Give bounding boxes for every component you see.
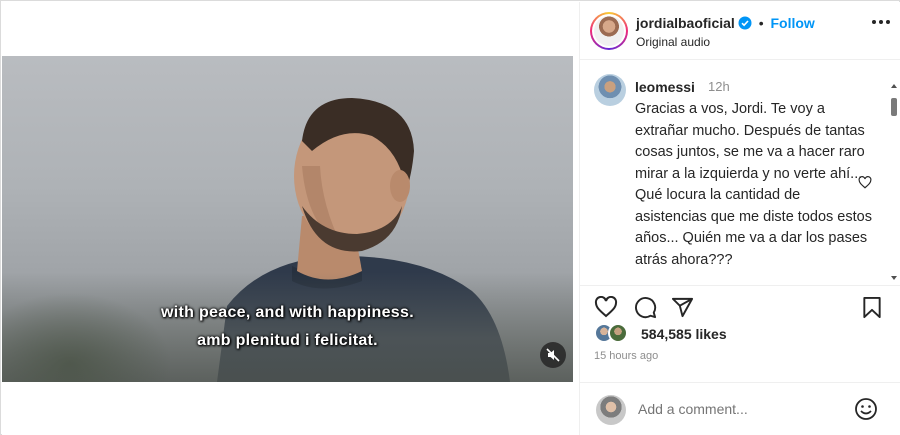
comment-time: 12h [708, 79, 730, 94]
scroll-up-arrow-icon[interactable] [890, 82, 898, 90]
comment-text: Gracias a vos, Jordi. Te voy a extrañar … [635, 101, 872, 268]
commenter-avatar[interactable] [594, 74, 626, 106]
follow-separator: • [758, 15, 764, 31]
likes-count[interactable]: 584,585 likes [641, 326, 727, 342]
add-comment-input[interactable] [638, 401, 838, 417]
author-username[interactable]: jordialbaoficial [636, 15, 735, 31]
share-icon[interactable] [671, 296, 694, 319]
audio-label[interactable]: Original audio [636, 35, 710, 49]
author-username-row: jordialbaoficial • Follow [636, 15, 815, 31]
liker-avatar [608, 323, 628, 343]
follow-button[interactable]: Follow [771, 15, 815, 31]
comments-list: leomessi 12h Gracias a vos, Jordi. Te vo… [580, 62, 900, 282]
emoji-icon[interactable] [854, 397, 878, 421]
post-header: jordialbaoficial • Follow Original audio [580, 2, 900, 60]
post-timestamp: 15 hours ago [594, 350, 659, 362]
media-area: with peace, and with happiness. amb plen… [2, 2, 579, 435]
post-side-panel: jordialbaoficial • Follow Original audio… [579, 2, 900, 435]
like-heart-icon[interactable] [594, 296, 618, 318]
bookmark-icon[interactable] [862, 296, 882, 319]
comment-icon[interactable] [634, 296, 657, 319]
mute-button[interactable] [540, 342, 566, 368]
mute-icon [546, 348, 560, 362]
commenter-username[interactable]: leomessi [635, 79, 695, 95]
video-player[interactable]: with peace, and with happiness. amb plen… [2, 56, 573, 382]
scroll-down-arrow-icon[interactable] [890, 274, 898, 282]
subtitle-line-1: with peace, and with happiness. [161, 304, 414, 321]
likes-row[interactable]: 584,585 likes [594, 323, 794, 347]
viewer-avatar [596, 395, 626, 425]
scrollbar-thumb[interactable] [891, 98, 897, 116]
comments-scrollbar[interactable] [890, 82, 898, 282]
more-options-icon[interactable] [872, 20, 890, 24]
comment-composer [580, 382, 900, 435]
comment-like-heart-icon[interactable] [858, 176, 872, 189]
verified-badge-icon [738, 16, 752, 30]
post-dialog: with peace, and with happiness. amb plen… [0, 0, 900, 435]
author-avatar[interactable] [590, 12, 628, 50]
subtitle-line-2: amb plenitud i felicitat. [197, 332, 378, 349]
